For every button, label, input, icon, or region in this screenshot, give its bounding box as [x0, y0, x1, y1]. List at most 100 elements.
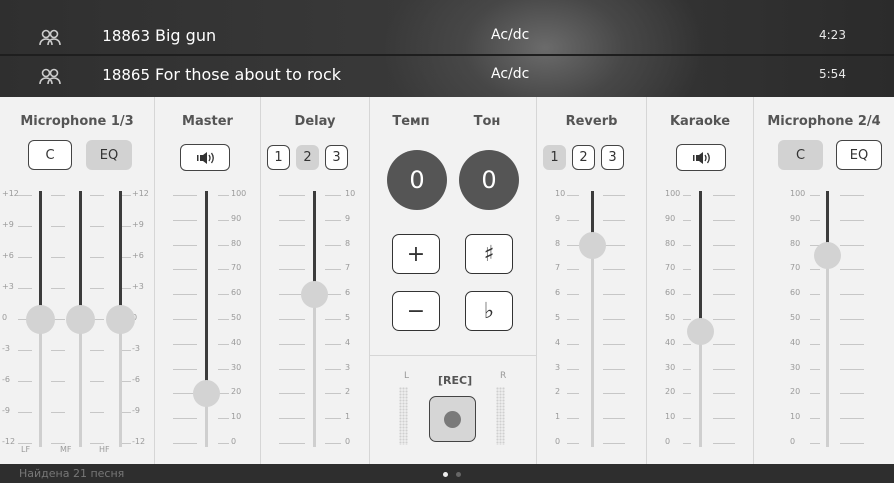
scale-tick: [840, 269, 864, 271]
scale-tick: [713, 294, 735, 296]
scale-label: 1: [345, 412, 351, 422]
scale-tick: [683, 319, 691, 320]
fader-knob[interactable]: [579, 231, 606, 259]
scale-tick: [18, 412, 32, 413]
fader-knob[interactable]: [193, 380, 220, 408]
song-title: For those about to rock: [155, 65, 342, 84]
fader-knob[interactable]: [301, 281, 328, 309]
scale-tick: [18, 257, 32, 258]
scale-tick: [90, 412, 104, 413]
mic1-eq-button[interactable]: EQ: [86, 140, 132, 170]
scale-tick: [603, 195, 625, 196]
scale-tick: [90, 288, 104, 289]
mic2-eq-button[interactable]: EQ: [836, 140, 882, 170]
scale-tick: [218, 319, 229, 320]
scale-label: 0: [790, 437, 796, 446]
status-text: Найдена 21 песня: [19, 467, 125, 480]
page-dot-active[interactable]: [443, 472, 448, 477]
eq-scale-label-left: +9: [2, 220, 14, 229]
scale-tick: [603, 294, 625, 296]
scale-tick: [713, 368, 735, 370]
tone-flat-button[interactable]: ♭: [465, 291, 513, 331]
scale-tick: [90, 381, 104, 382]
scale-tick: [683, 443, 691, 444]
scale-tick: [325, 219, 341, 221]
scale-tick: [713, 219, 735, 221]
fader-track-lower: [313, 294, 316, 447]
tempo-minus-button[interactable]: −: [392, 291, 440, 331]
scale-tick: [173, 418, 197, 420]
preset-button-3[interactable]: 3: [601, 145, 624, 170]
preset-button-2[interactable]: 2: [572, 145, 595, 170]
preset-button-2[interactable]: 2: [296, 145, 319, 170]
scale-tick: [567, 219, 579, 221]
song-row[interactable]: 18863 Big gun Ac/dc 4:23: [0, 18, 894, 58]
song-row[interactable]: 18865 For those about to rock Ac/dc 5:54: [0, 57, 894, 97]
scale-tick: [325, 418, 341, 420]
scale-tick: [603, 393, 625, 395]
scale-label: 6: [555, 288, 561, 298]
fader-track: [699, 191, 702, 332]
master-speaker-button[interactable]: [180, 144, 230, 171]
eq-knob[interactable]: [66, 305, 95, 334]
scale-label: 40: [790, 337, 801, 347]
scale-tick: [325, 393, 341, 395]
scale-tick: [713, 244, 735, 246]
mic1-c-button[interactable]: C: [28, 140, 72, 170]
delay-panel: Delay 123 10 9 8 7 6 5 4 3 2 1 0: [261, 97, 370, 464]
scale-tick: [279, 368, 305, 370]
scale-tick: [90, 195, 104, 196]
fader-track-lower: [699, 331, 702, 447]
scale-tick: [218, 343, 229, 345]
scale-label: 10: [345, 189, 356, 198]
scale-label: 20: [665, 387, 676, 397]
scale-tick: [218, 294, 229, 296]
scale-label: 70: [665, 263, 676, 273]
song-duration: 5:54: [819, 67, 846, 81]
scale-label: 80: [790, 238, 801, 248]
scale-tick: [840, 393, 864, 395]
scale-label: 8: [345, 238, 351, 248]
scale-tick: [51, 350, 65, 351]
preset-button-1[interactable]: 1: [543, 145, 566, 170]
fader-knob[interactable]: [814, 241, 841, 269]
eq-band-label: MF: [60, 445, 72, 454]
scale-tick: [683, 219, 691, 221]
eq-scale-label-left: -3: [2, 344, 10, 353]
scale-label: 10: [231, 412, 242, 422]
scale-label: 4: [555, 337, 561, 347]
scale-label: 90: [790, 213, 801, 223]
mic2-c-button[interactable]: C: [778, 140, 823, 170]
scale-tick: [810, 195, 820, 196]
eq-knob[interactable]: [26, 305, 55, 334]
scale-tick: [90, 350, 104, 351]
fader-knob[interactable]: [687, 318, 714, 346]
preset-button-1[interactable]: 1: [267, 145, 290, 170]
eq-scale-label-right: +9: [132, 220, 144, 229]
tone-sharp-button[interactable]: ♯: [465, 234, 513, 274]
scale-tick: [279, 393, 305, 395]
scale-tick: [567, 269, 579, 271]
scale-tick: [683, 418, 691, 420]
fader-track: [313, 191, 316, 295]
preset-button-3[interactable]: 3: [325, 145, 348, 170]
scale-tick: [51, 288, 65, 289]
tempo-plus-button[interactable]: +: [392, 234, 440, 274]
eq-track-lower: [79, 319, 82, 447]
scale-tick: [567, 443, 579, 444]
eq-scale-label-right: -9: [132, 406, 140, 415]
eq-knob[interactable]: [106, 305, 135, 334]
scale-tick: [603, 418, 625, 420]
scale-label: 50: [665, 313, 676, 322]
mic2-title: Microphone 2/4: [767, 114, 881, 129]
karaoke-speaker-button[interactable]: [676, 144, 726, 171]
record-button[interactable]: [429, 396, 476, 442]
scale-tick: [122, 195, 131, 196]
page-dot[interactable]: [456, 472, 461, 477]
scale-tick: [18, 226, 32, 227]
scale-tick: [279, 269, 305, 271]
scale-tick: [173, 244, 197, 246]
scale-tick: [840, 294, 864, 296]
eq-track-lower: [119, 319, 122, 447]
scale-tick: [18, 195, 32, 196]
